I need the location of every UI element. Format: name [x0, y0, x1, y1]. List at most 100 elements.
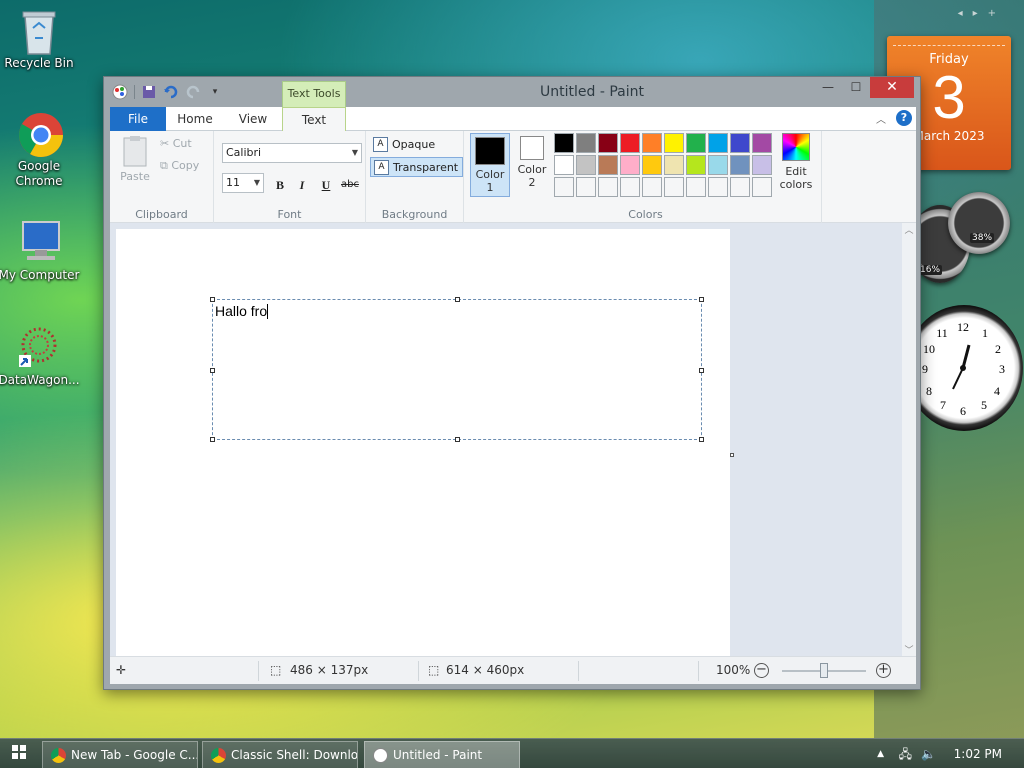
palette-swatch[interactable]	[752, 155, 772, 175]
gadget-nav-arrows[interactable]: ◂▸+	[958, 8, 1006, 19]
font-size-dropdown[interactable]: 11 ▼	[222, 173, 264, 193]
palette-swatch[interactable]	[554, 155, 574, 175]
tab-text[interactable]: Text	[282, 107, 346, 132]
palette-swatch[interactable]	[598, 133, 618, 153]
resize-handle[interactable]	[210, 297, 215, 302]
color2-button[interactable]: Color 2	[512, 133, 552, 197]
palette-swatch[interactable]	[664, 177, 684, 197]
taskbar-item-new-tab[interactable]: New Tab - Google C...	[42, 741, 198, 768]
palette-swatch[interactable]	[576, 155, 596, 175]
taskbar-item-paint[interactable]: Untitled - Paint	[364, 741, 520, 768]
palette-swatch[interactable]	[576, 133, 596, 153]
minimize-button[interactable]: —	[814, 77, 842, 98]
windows-logo-icon	[12, 745, 26, 759]
ribbon: Paste ✂ Cut ⧉ Copy Clipboard Calibri ▼ 11…	[110, 131, 916, 223]
scroll-down-icon[interactable]: ﹀	[902, 643, 916, 656]
desktop-icon-my-computer[interactable]: My Computer	[0, 220, 81, 283]
show-hidden-icons-icon[interactable]: ▲	[877, 739, 884, 768]
palette-swatch[interactable]	[642, 155, 662, 175]
cut-button[interactable]: ✂ Cut	[160, 137, 192, 150]
zoom-slider-thumb[interactable]	[820, 663, 828, 678]
palette-swatch[interactable]	[664, 133, 684, 153]
help-icon[interactable]: ?	[896, 110, 912, 126]
palette-swatch[interactable]	[752, 133, 772, 153]
close-button[interactable]: ✕	[870, 77, 914, 98]
scroll-up-icon[interactable]: ︿	[902, 223, 916, 236]
volume-icon[interactable]: 🔈	[921, 739, 936, 768]
palette-swatch[interactable]	[686, 133, 706, 153]
vertical-scrollbar[interactable]: ︿ ﹀	[902, 223, 916, 656]
palette-swatch[interactable]	[752, 177, 772, 197]
palette-swatch[interactable]	[598, 155, 618, 175]
resize-handle[interactable]	[210, 437, 215, 442]
palette-swatch[interactable]	[686, 177, 706, 197]
palette-swatch[interactable]	[708, 177, 728, 197]
minimize-ribbon-icon[interactable]: ︿	[876, 111, 886, 126]
palette-swatch[interactable]	[620, 177, 640, 197]
text-box[interactable]: Hallo fro	[210, 297, 704, 442]
color1-button[interactable]: Color 1	[470, 133, 510, 197]
maximize-button[interactable]: ☐	[842, 77, 870, 98]
palette-swatch[interactable]	[620, 133, 640, 153]
palette-swatch[interactable]	[576, 177, 596, 197]
palette-swatch[interactable]	[708, 155, 728, 175]
palette-swatch[interactable]	[642, 133, 662, 153]
desktop-icon-datawagon[interactable]: DataWagon...	[0, 325, 81, 388]
resize-handle[interactable]	[455, 437, 460, 442]
tab-home[interactable]: Home	[170, 107, 220, 131]
paint-window[interactable]: ▾ Text Tools Untitled - Paint — ☐ ✕ File…	[103, 76, 921, 690]
bold-button[interactable]: B	[270, 175, 290, 195]
palette-swatch[interactable]	[554, 133, 574, 153]
strikethrough-button[interactable]: abc	[340, 175, 360, 195]
palette-swatch[interactable]	[620, 155, 640, 175]
desktop-icon-label: DataWagon...	[0, 373, 80, 387]
palette-swatch[interactable]	[686, 155, 706, 175]
clock-number-3: 3	[999, 362, 1005, 376]
divider	[418, 661, 419, 681]
title-bar[interactable]: ▾ Text Tools Untitled - Paint — ☐ ✕	[104, 77, 920, 107]
palette-swatch[interactable]	[642, 177, 662, 197]
clock-number-12: 12	[957, 320, 969, 334]
palette-swatch[interactable]	[730, 133, 750, 153]
desktop-icon-google-chrome[interactable]: Google Chrome	[0, 111, 81, 189]
edit-colors-button[interactable]: Edit colors	[774, 133, 818, 191]
tab-file[interactable]: File	[110, 107, 166, 131]
zoom-in-button[interactable]: +	[876, 663, 891, 678]
italic-button[interactable]: I	[292, 175, 312, 195]
cut-label: Cut	[172, 137, 192, 150]
clock-gadget[interactable]: 12 1 2 3 4 5 6 7 8 9 10 11	[905, 305, 1023, 431]
clock-number-2: 2	[995, 342, 1001, 356]
resize-handle[interactable]	[699, 368, 704, 373]
transparent-button[interactable]: A Transparent	[370, 157, 464, 177]
palette-swatch[interactable]	[554, 177, 574, 197]
cpu-meter-label: 16%	[918, 265, 943, 275]
resize-handle[interactable]	[699, 437, 704, 442]
drawing-canvas[interactable]: Hallo fro	[116, 229, 730, 656]
resize-handle[interactable]	[210, 368, 215, 373]
memory-meter-gadget[interactable]	[948, 192, 1010, 254]
tab-view[interactable]: View	[228, 107, 278, 131]
desktop-icon-recycle-bin[interactable]: Recycle Bin	[0, 8, 81, 71]
start-button[interactable]	[0, 739, 38, 768]
image-size-icon: ⬚	[428, 663, 440, 677]
opaque-button[interactable]: A Opaque	[370, 135, 439, 155]
palette-swatch[interactable]	[730, 177, 750, 197]
palette-swatch[interactable]	[664, 155, 684, 175]
resize-handle[interactable]	[699, 297, 704, 302]
font-family-dropdown[interactable]: Calibri ▼	[222, 143, 362, 163]
palette-swatch[interactable]	[598, 177, 618, 197]
zoom-out-button[interactable]: −	[754, 663, 769, 678]
selection-size-icon: ⬚	[270, 663, 282, 677]
resize-handle[interactable]	[455, 297, 460, 302]
copy-button[interactable]: ⧉ Copy	[160, 159, 199, 173]
clock-time[interactable]: 1:02 PM	[954, 739, 1002, 768]
text-box-content[interactable]: Hallo fro	[215, 303, 269, 319]
palette-swatch[interactable]	[730, 155, 750, 175]
paste-button[interactable]: Paste	[118, 135, 152, 183]
palette-swatch[interactable]	[708, 133, 728, 153]
underline-button[interactable]: U	[316, 175, 336, 195]
taskbar-item-classic-shell[interactable]: Classic Shell: Downlo...	[202, 741, 358, 768]
memory-meter-label: 38%	[970, 233, 995, 243]
canvas-resize-handle[interactable]	[730, 453, 734, 457]
network-icon[interactable]: 🖧	[899, 739, 912, 768]
